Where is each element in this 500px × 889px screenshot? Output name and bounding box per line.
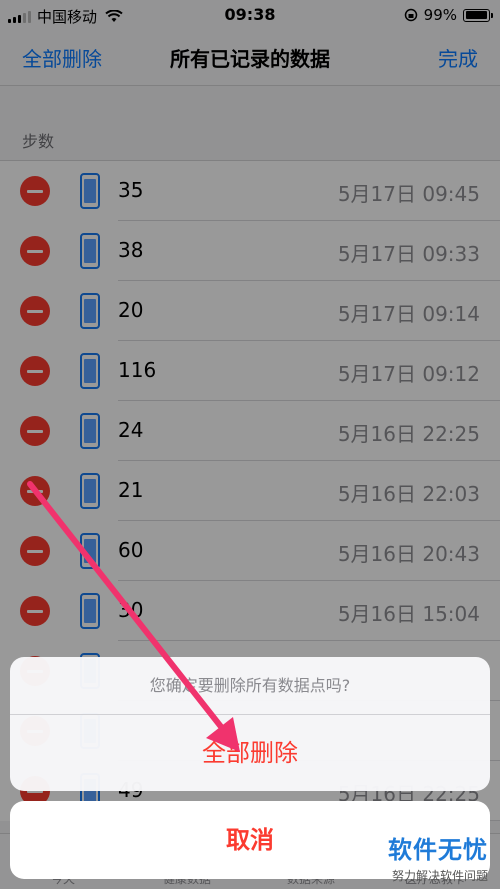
action-sheet: 您确定要删除所有数据点吗? 全部删除 — [10, 657, 490, 791]
watermark: 软件无忧 努力解决软件问题 — [388, 830, 488, 884]
watermark-subtitle: 努力解决软件问题 — [391, 869, 488, 883]
watermark-title: 软件无忧 — [388, 836, 488, 864]
delete-all-button[interactable]: 全部删除 — [10, 715, 490, 791]
action-sheet-message: 您确定要删除所有数据点吗? — [10, 657, 490, 715]
